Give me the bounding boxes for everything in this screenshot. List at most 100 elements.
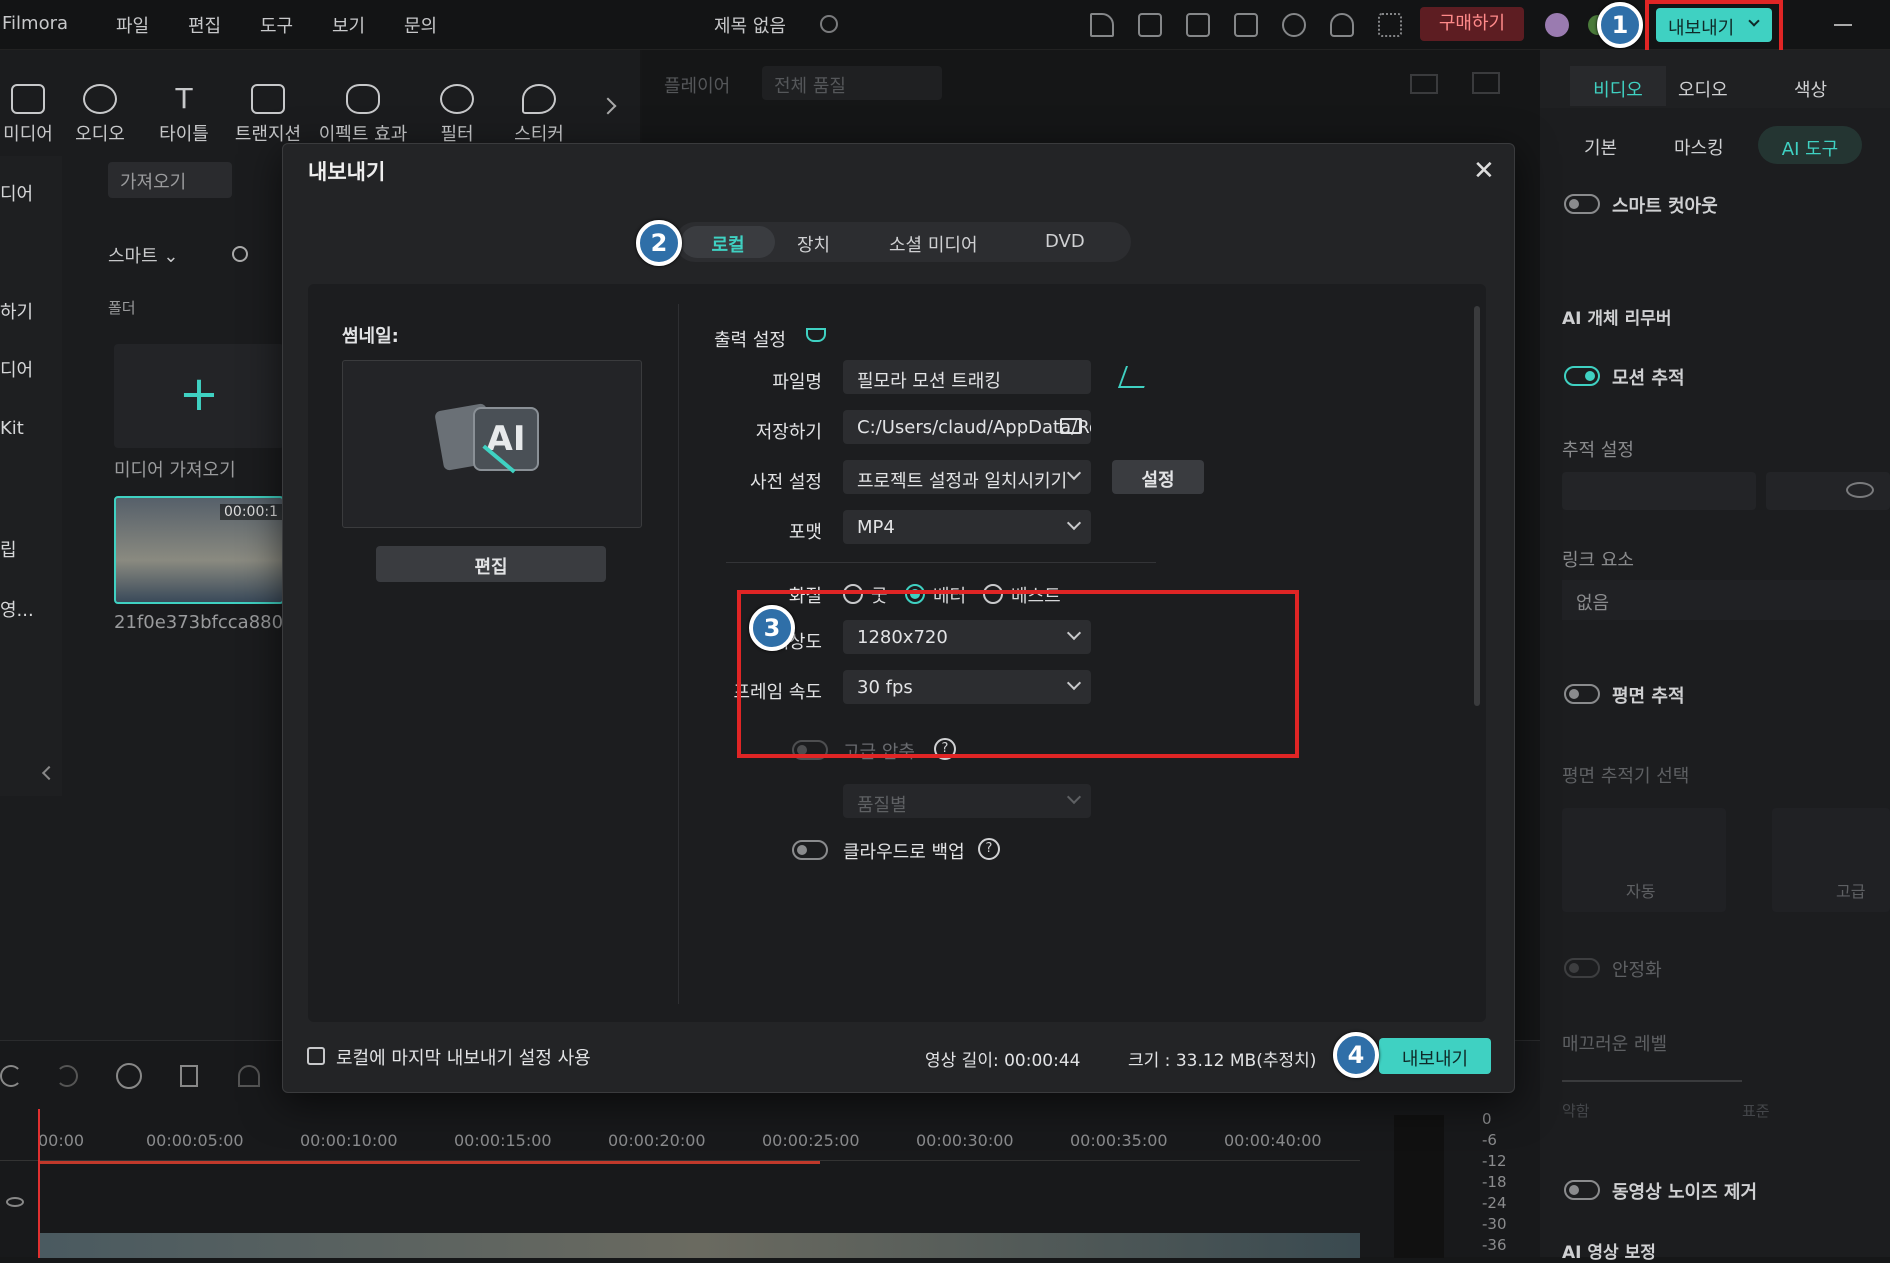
tab-social-media[interactable]: 소셜 미디어 <box>889 231 978 257</box>
ai-cut-icon[interactable] <box>116 1063 142 1089</box>
tool-transition[interactable]: 트랜지션 <box>228 84 308 146</box>
sidebar-item-0[interactable]: 디어 <box>0 180 33 206</box>
step-badge-2: 2 <box>636 220 682 266</box>
render-icon[interactable] <box>1138 13 1162 37</box>
tool-title[interactable]: T 타이틀 <box>152 84 216 146</box>
sidebar-item-1[interactable]: 하기 <box>0 298 33 324</box>
eye-preview-button[interactable] <box>1766 472 1890 510</box>
export-top-label: 내보내기 <box>1668 18 1735 39</box>
sidebar-item-5[interactable]: 립 <box>0 536 17 562</box>
export-tabs: 로컬 장치 소셜 미디어 DVD <box>675 222 1131 262</box>
video-track-clip[interactable] <box>40 1233 1360 1258</box>
tab-audio[interactable]: 오디오 <box>1678 76 1728 102</box>
monitor-icon[interactable] <box>1186 13 1210 37</box>
use-last-settings-checkbox[interactable] <box>307 1047 325 1065</box>
ai-remover-label: AI 개체 리무버 <box>1562 309 1672 329</box>
undo-icon[interactable] <box>0 1065 22 1087</box>
edit-thumbnail-button[interactable]: 편집 <box>376 546 606 582</box>
grid-icon[interactable] <box>1378 13 1402 37</box>
tick-8: 00:00:40:00 <box>1224 1131 1322 1150</box>
cloud-status-icon <box>820 15 838 33</box>
link-element-dropdown[interactable]: 없음 <box>1562 580 1890 620</box>
ai-rename-icon[interactable] <box>1117 366 1153 388</box>
audio-meter <box>1394 1115 1444 1258</box>
start-tracking-button[interactable] <box>1562 472 1756 510</box>
smart-filter[interactable]: 스마트 ⌄ <box>108 242 179 268</box>
import-dropdown[interactable]: 가져오기 <box>108 162 232 198</box>
chevron-right-icon[interactable] <box>599 97 617 115</box>
menu-view[interactable]: 보기 <box>332 12 365 38</box>
preset-dropdown[interactable]: 프로젝트 설정과 일치시키기 <box>843 460 1091 494</box>
tool-effects[interactable]: 이펙트 효과 <box>314 84 412 146</box>
smooth-slider[interactable] <box>1562 1080 1742 1082</box>
graduation-cap-icon[interactable] <box>806 328 826 342</box>
scissors-icon[interactable] <box>238 1065 260 1087</box>
auto-tracker-option[interactable]: 자동 <box>1562 808 1726 912</box>
tool-audio[interactable]: 오디오 <box>72 84 128 146</box>
search-icon[interactable] <box>232 246 248 262</box>
import-media-tile[interactable]: + <box>114 344 284 448</box>
smart-cutout-toggle[interactable] <box>1564 194 1600 214</box>
menu-tools[interactable]: 도구 <box>260 12 293 38</box>
tick-3: 00:00:15:00 <box>454 1131 552 1150</box>
tool-filter[interactable]: 필터 <box>432 84 482 146</box>
avatar[interactable] <box>1545 13 1569 37</box>
subtab-basic[interactable]: 기본 <box>1584 134 1617 160</box>
sidebar-item-3[interactable]: Kit <box>0 418 24 439</box>
quality-dropdown[interactable]: 전체 품질 <box>762 66 942 100</box>
delete-icon[interactable] <box>180 1065 198 1087</box>
sidebar-item-6[interactable]: 영... <box>0 596 34 622</box>
denoise-toggle[interactable] <box>1564 1180 1600 1200</box>
export-top-button[interactable]: 내보내기 <box>1656 8 1772 42</box>
buy-button[interactable]: 구매하기 <box>1420 7 1524 41</box>
advanced-tracker-option[interactable]: 고급 <box>1772 808 1890 912</box>
close-icon[interactable]: ✕ <box>1473 158 1495 184</box>
save-path-input[interactable]: C:/Users/claud/AppData/Roaı <box>843 410 1091 444</box>
quality-mode-dropdown[interactable]: 품질별 <box>843 784 1091 818</box>
help-icon[interactable]: ? <box>978 838 1000 860</box>
tab-video[interactable]: 비디오 <box>1570 66 1666 106</box>
media-clip-thumbnail[interactable]: 00:00:1 <box>114 496 284 604</box>
menu-file[interactable]: 파일 <box>116 12 149 38</box>
planar-tracking-toggle[interactable] <box>1564 684 1600 704</box>
headset-icon[interactable] <box>1330 13 1354 37</box>
export-button[interactable]: 내보내기 <box>1379 1038 1491 1074</box>
redo-icon[interactable] <box>56 1065 78 1087</box>
tool-media[interactable]: 미디어 <box>0 84 56 146</box>
save-icon[interactable] <box>1234 13 1258 37</box>
menu-edit[interactable]: 편집 <box>188 12 221 38</box>
menu-help[interactable]: 문의 <box>404 12 437 38</box>
cloud-upload-icon[interactable] <box>1282 13 1306 37</box>
collapse-icon[interactable] <box>41 765 57 781</box>
tab-dvd[interactable]: DVD <box>1045 231 1085 252</box>
layout-icon[interactable] <box>1410 74 1438 94</box>
tab-color[interactable]: 색상 <box>1794 76 1827 102</box>
send-icon[interactable] <box>1090 13 1114 37</box>
sidebar-item-2[interactable]: 디어 <box>0 356 33 382</box>
image-icon[interactable] <box>1472 72 1500 94</box>
cloud-backup-toggle[interactable] <box>792 840 828 860</box>
subtab-ai-tools[interactable]: AI 도구 <box>1758 126 1862 164</box>
minimize-icon[interactable] <box>1834 24 1852 26</box>
tab-local[interactable]: 로컬 <box>681 226 775 258</box>
folder-icon[interactable] <box>1060 418 1082 434</box>
tick-4: 00:00:20:00 <box>608 1131 706 1150</box>
subtab-masking[interactable]: 마스킹 <box>1674 134 1724 160</box>
timeline-ruler[interactable]: 00:00 00:00:05:00 00:00:10:00 00:00:15:0… <box>0 1123 1360 1161</box>
format-dropdown[interactable]: MP4 <box>843 510 1091 544</box>
step-badge-1: 1 <box>1597 2 1643 48</box>
filename-input[interactable]: 필모라 모션 트래킹 <box>843 360 1091 394</box>
tool-sticker[interactable]: 스티커 <box>506 84 572 146</box>
settings-button[interactable]: 설정 <box>1112 460 1204 494</box>
step-badge-3: 3 <box>749 605 795 651</box>
smooth-level-label: 매끄러운 레벨 <box>1562 1034 1668 1055</box>
filename-label: 파일명 <box>772 372 822 393</box>
stabilize-toggle[interactable] <box>1564 958 1600 978</box>
scrollbar[interactable] <box>1474 306 1480 706</box>
eye-icon[interactable] <box>6 1197 24 1207</box>
smart-cutout-label: 스마트 컷아웃 <box>1612 196 1718 217</box>
tab-device[interactable]: 장치 <box>797 231 830 257</box>
output-settings-label: 출력 설정 <box>714 330 786 351</box>
dialog-title: 내보내기 <box>308 160 386 184</box>
motion-tracking-toggle[interactable] <box>1564 366 1600 386</box>
